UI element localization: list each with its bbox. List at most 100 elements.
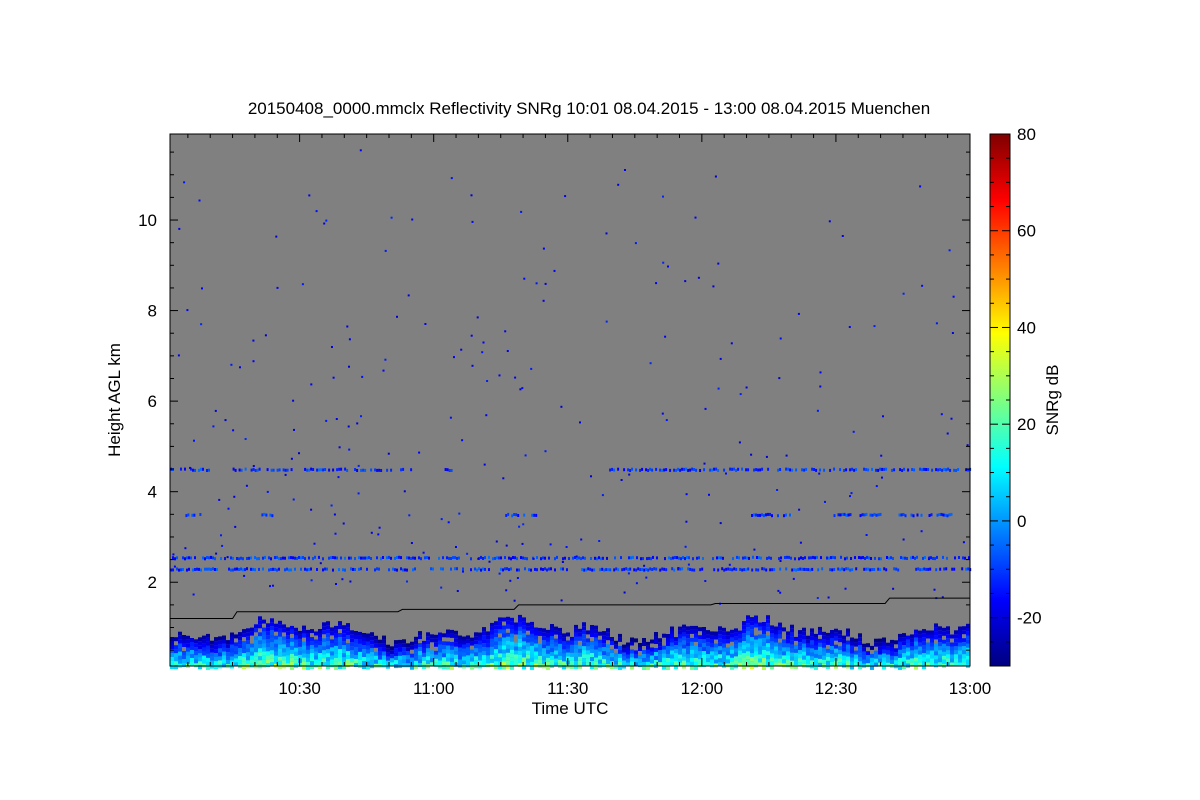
layer-echo [711, 468, 714, 472]
echo-cell [530, 649, 534, 654]
layer-echo [599, 568, 602, 572]
echo-cell [686, 654, 690, 659]
echo-cell [350, 638, 354, 643]
layer-echo [346, 469, 349, 472]
layer-echo [502, 568, 504, 572]
echo-cell [910, 638, 914, 643]
echo-cell [786, 663, 790, 668]
noise-speck [818, 472, 821, 475]
echo-cell [810, 632, 814, 637]
echo-cell [470, 661, 474, 666]
echo-cell [830, 662, 834, 666]
layer-echo [791, 468, 794, 472]
echo-cell [534, 627, 538, 632]
echo-cell [682, 636, 686, 641]
layer-echo [771, 568, 774, 572]
noise-speck [335, 583, 337, 585]
layer-echo [779, 567, 782, 571]
echo-cell [418, 651, 422, 656]
echo-cell [746, 619, 750, 624]
layer-echo [875, 468, 878, 472]
echo-cell [518, 650, 522, 655]
noise-speck [330, 504, 333, 507]
echo-cell [326, 637, 330, 642]
echo-cell [302, 649, 306, 654]
echo-cell [462, 640, 466, 645]
echo-cell [762, 646, 766, 650]
layer-echo [344, 556, 346, 560]
echo-cell [466, 659, 470, 664]
echo-cell [790, 660, 794, 665]
echo-cell [898, 633, 902, 638]
layer-echo [967, 567, 970, 571]
echo-cell [382, 643, 386, 648]
echo-cell [266, 651, 270, 656]
echo-cell [550, 632, 554, 636]
colorbar: -20020406080 [989, 125, 1042, 667]
echo-cell [818, 642, 822, 647]
echo-cell [278, 624, 282, 629]
echo-cell [286, 659, 290, 664]
layer-echo [198, 468, 200, 472]
layer-echo [720, 556, 722, 560]
echo-cell [530, 641, 534, 646]
noise-speck [579, 421, 581, 424]
layer-echo [863, 467, 866, 471]
layer-echo [368, 556, 370, 560]
echo-cell [706, 630, 710, 635]
echo-cell [790, 628, 794, 633]
noise-speck [560, 599, 563, 602]
echo-cell [314, 639, 318, 644]
layer-echo [344, 568, 346, 572]
echo-cell [550, 624, 554, 628]
echo-cell [750, 641, 754, 646]
layer-echo [839, 568, 842, 572]
echo-cell [466, 651, 470, 656]
echo-cell [214, 653, 218, 658]
echo-cell [826, 656, 830, 661]
echo-cell [582, 646, 586, 651]
noise-speck [948, 249, 951, 252]
echo-cell [734, 628, 738, 633]
noise-speck [828, 220, 831, 223]
layer-echo [639, 568, 642, 572]
layer-echo [507, 512, 510, 516]
echo-cell [694, 661, 698, 666]
layer-echo [280, 557, 282, 561]
layer-echo [674, 556, 676, 559]
echo-cell [718, 654, 722, 659]
echo-cell [310, 641, 314, 646]
layer-echo [508, 568, 510, 572]
echo-cell [310, 657, 314, 662]
echo-cell [746, 615, 750, 620]
echo-cell [602, 659, 606, 664]
echo-cell [182, 655, 186, 659]
echo-cell [918, 638, 922, 643]
echo-cell [622, 644, 626, 649]
echo-cell [170, 661, 174, 665]
layer-echo [877, 567, 880, 571]
echo-cell [622, 664, 626, 669]
echo-cell [742, 657, 746, 662]
noise-speck [315, 210, 318, 213]
echo-cell [846, 648, 850, 653]
echo-cell [966, 643, 970, 648]
noise-speck [514, 376, 517, 379]
echo-cell [834, 636, 838, 641]
echo-cell [710, 663, 714, 668]
echo-cell [670, 642, 674, 647]
echo-cell [898, 661, 902, 666]
echo-cell [590, 633, 594, 637]
layer-echo [920, 513, 923, 517]
echo-cell [446, 661, 450, 666]
echo-cell [726, 639, 730, 644]
echo-cell [834, 648, 838, 653]
echo-cell [942, 631, 946, 636]
echo-cell [554, 650, 558, 655]
layer-echo [958, 556, 960, 559]
echo-cell [438, 640, 442, 645]
echo-cell [558, 659, 562, 664]
layer-echo [344, 467, 347, 471]
echo-cell [442, 657, 446, 662]
echo-cell [442, 641, 446, 646]
